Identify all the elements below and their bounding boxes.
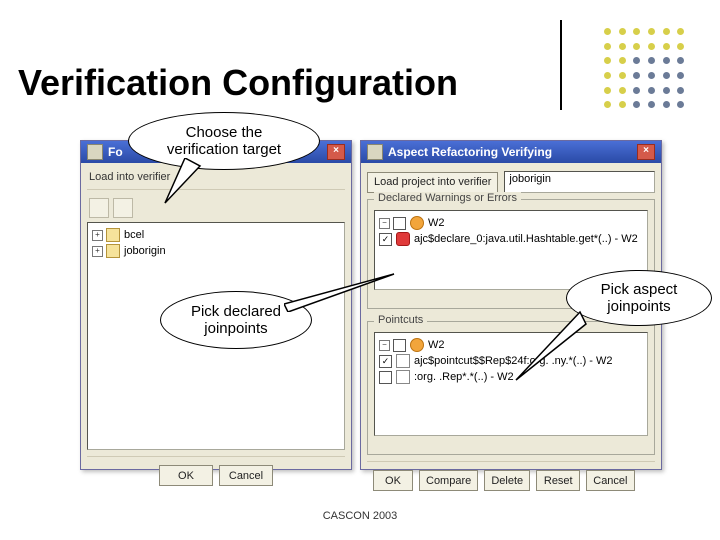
checkbox[interactable] [379,371,392,384]
tree-item[interactable]: ✓ ajc$declare_0:java.util.Hashtable.get*… [379,231,643,247]
tree-item[interactable]: + joborigin [92,243,340,259]
checkbox[interactable] [393,217,406,230]
compare-button[interactable]: Compare [419,470,478,491]
aspect-icon [396,232,410,246]
folder-icon [106,244,120,258]
home-icon[interactable] [89,198,109,218]
cancel-button[interactable]: Cancel [586,470,634,491]
ok-button[interactable]: OK [159,465,213,486]
pointcut-icon [396,370,410,384]
reset-button[interactable]: Reset [536,470,580,491]
titlebar[interactable]: Aspect Refactoring Verifying × [361,141,661,163]
cancel-button[interactable]: Cancel [219,465,273,486]
expand-icon[interactable]: + [92,246,103,257]
callout-tail [284,272,404,312]
checkbox[interactable] [393,339,406,352]
window-title: Fo [108,145,123,159]
load-project-button[interactable]: Load project into verifier [367,172,498,193]
checkbox[interactable]: ✓ [379,233,392,246]
callout-tail [512,310,592,390]
tree-item[interactable]: ✓ ajc$pointcut$$Rep$24f:org. .ny.*(..) -… [379,353,643,369]
up-icon[interactable] [113,198,133,218]
callout-tail [155,158,215,218]
warning-icon [410,338,424,352]
project-field[interactable]: joborigin [504,171,655,193]
folder-icon [106,228,120,242]
ok-button[interactable]: OK [373,470,413,491]
close-icon[interactable]: × [637,144,655,160]
section-label: Load into verifier [87,169,345,187]
tree-item-label: :org. .Rep*.*(..) - W2 [414,371,514,383]
tree-item[interactable]: − W2 [379,215,643,231]
group-title: Pointcuts [374,314,427,326]
tree-item[interactable]: :org. .Rep*.*(..) - W2 [379,369,643,385]
pointcut-icon [396,354,410,368]
tree-item[interactable]: + bcel [92,227,340,243]
close-icon[interactable]: × [327,144,345,160]
tree-item-label: joborigin [124,245,166,257]
pointcuts-tree[interactable]: − W2 ✓ ajc$pointcut$$Rep$24f:org. .ny.*(… [374,332,648,436]
slide-title: Verification Configuration [18,62,458,104]
tree-item-label: W2 [428,217,445,229]
group-title: Declared Warnings or Errors [374,192,521,204]
tree-item-label: W2 [428,339,445,351]
tree-item-label: bcel [124,229,144,241]
tree-item-label: ajc$declare_0:java.util.Hashtable.get*(.… [414,233,638,245]
pointcuts-group: Pointcuts − W2 ✓ ajc$pointcut$$Rep$24f:o… [367,321,655,455]
expand-icon[interactable]: + [92,230,103,241]
tree-item[interactable]: − W2 [379,337,643,353]
tree-toolbar [87,194,345,222]
app-icon [367,144,383,160]
collapse-icon[interactable]: − [379,340,390,351]
warning-icon [410,216,424,230]
decorative-dot-grid [604,28,692,116]
footer-text: CASCON 2003 [323,510,398,522]
collapse-icon[interactable]: − [379,218,390,229]
decorative-divider [560,20,562,110]
delete-button[interactable]: Delete [484,470,530,491]
checkbox[interactable]: ✓ [379,355,392,368]
window-title: Aspect Refactoring Verifying [388,145,552,159]
app-icon [87,144,103,160]
